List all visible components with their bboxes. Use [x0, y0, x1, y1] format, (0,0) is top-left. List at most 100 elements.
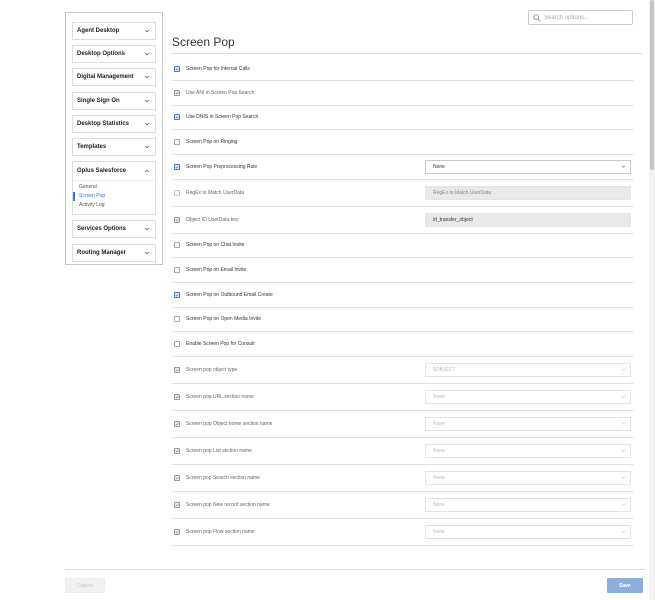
option-checkbox[interactable] [174, 316, 180, 323]
option-row: Screen Pop on Email Invite [172, 258, 634, 283]
menu-item-label: Templates [77, 143, 107, 150]
option-checkbox[interactable] [174, 393, 180, 400]
option-row: Screen pop Object home section name None [172, 411, 634, 438]
menu-item-label: Routing Manager [77, 249, 126, 256]
select-value: None [433, 447, 445, 454]
cancel-button[interactable]: Cancel [65, 578, 105, 593]
option-checkbox[interactable] [174, 242, 180, 249]
select-value: None [433, 420, 445, 427]
option-checkbox[interactable] [174, 420, 180, 427]
option-label: Screen pop Object home section name [186, 420, 273, 427]
option-row: Screen pop List section name None [172, 438, 634, 465]
option-row: Screen Pop on Open Media Invite [172, 308, 634, 332]
chevron-down-icon [621, 530, 626, 533]
option-label: Screen pop object type [186, 366, 238, 373]
option-row: Screen pop New record section name None [172, 492, 634, 519]
menu-item-gplus-salesforce[interactable]: Gplus Salesforce [73, 162, 155, 180]
option-label: RegEx to Match UserData [186, 189, 245, 196]
select-value: None [433, 163, 445, 170]
option-select[interactable]: None [425, 524, 631, 539]
option-row: Screen Pop on Outbound Email Create [172, 283, 634, 308]
option-select[interactable]: $OBJECT [425, 362, 631, 377]
chevron-down-icon [621, 503, 626, 506]
option-checkbox[interactable] [174, 163, 180, 170]
checkmark-icon [175, 165, 179, 168]
option-row: Screen pop URL section name None [172, 384, 634, 411]
checkmark-icon [175, 67, 179, 70]
menu-item-label: Desktop Statistics [77, 120, 130, 127]
option-select[interactable]: None [425, 497, 631, 512]
menu-item-desktop-options[interactable]: Desktop Options [72, 45, 156, 64]
option-label: Enable Screen Pop for Consult [186, 340, 255, 347]
chevron-down-icon [144, 52, 150, 56]
option-select[interactable]: None [425, 443, 631, 458]
option-checkbox[interactable] [174, 447, 180, 454]
select-value: None [433, 501, 445, 508]
menu-item-label: Agent Desktop [77, 28, 120, 34]
option-row: Screen Pop Preprocessing Rule None [172, 155, 634, 180]
checkmark-icon [175, 395, 179, 398]
menu-item-templates[interactable]: Templates [72, 137, 156, 156]
option-label: Screen pop New record section name [186, 501, 270, 508]
option-checkbox[interactable] [174, 501, 180, 508]
option-label: Screen Pop on Email Invite [186, 266, 247, 273]
title-divider [172, 53, 642, 54]
option-text-field[interactable]: id_transfer_object [425, 212, 631, 227]
option-label: Use DNIS in Screen Pop Search [186, 114, 259, 121]
chevron-down-icon [621, 476, 626, 479]
menu-item-services-options[interactable]: Services Options [72, 220, 156, 239]
option-select[interactable]: None [425, 470, 631, 485]
search-input[interactable] [544, 14, 629, 21]
option-checkbox[interactable] [174, 366, 180, 373]
chevron-up-icon [144, 169, 150, 173]
option-checkbox[interactable] [174, 89, 180, 96]
option-row: RegEx to Match UserData RegEx to Match Us… [172, 180, 634, 207]
option-checkbox[interactable] [174, 138, 180, 145]
option-row: Screen pop Flow section name None [172, 519, 634, 546]
option-checkbox[interactable] [174, 528, 180, 535]
option-checkbox[interactable] [174, 114, 180, 121]
option-checkbox[interactable] [174, 189, 180, 196]
option-checkbox[interactable] [174, 340, 180, 347]
checkmark-icon [175, 293, 179, 296]
option-select[interactable]: None [425, 389, 631, 404]
page-title: Screen Pop [172, 35, 235, 49]
option-text-field[interactable]: RegEx to Match UserData [425, 185, 631, 200]
menu-item-digital-management[interactable]: Digital Management [72, 68, 156, 87]
option-label: Screen Pop on Ringing [186, 138, 238, 145]
option-label: Screen Pop on Open Media Invite [186, 316, 262, 323]
submenu-item-screen-pop[interactable]: Screen Pop [73, 192, 155, 202]
option-checkbox[interactable] [174, 291, 180, 298]
submenu-item-activity-log[interactable]: Activity Log [73, 201, 155, 210]
chevron-down-icon [144, 251, 150, 254]
option-select[interactable]: None [425, 159, 631, 174]
submenu-item-general[interactable]: General [73, 183, 155, 192]
option-select[interactable]: None [425, 416, 631, 431]
chevron-down-icon [621, 422, 626, 425]
select-value: $OBJECT [433, 366, 456, 373]
checkmark-icon [175, 91, 179, 95]
option-checkbox[interactable] [174, 266, 180, 273]
option-row: Screen Pop on Chat Invite [172, 234, 634, 258]
option-checkbox[interactable] [174, 474, 180, 481]
menu-item-agent-desktop[interactable]: Agent Desktop [72, 22, 156, 40]
select-value: None [433, 528, 445, 535]
chevron-down-icon [621, 368, 626, 371]
menu-item-routing-manager[interactable]: Routing Manager [72, 243, 156, 262]
checkmark-icon [175, 368, 179, 371]
page-scrollbar[interactable] [649, 0, 655, 600]
search-box[interactable] [528, 10, 633, 25]
option-checkbox[interactable] [174, 65, 180, 72]
menu-item-desktop-statistics[interactable]: Desktop Statistics [72, 114, 156, 133]
scrollbar-thumb[interactable] [650, 0, 654, 170]
chevron-down-icon [621, 165, 626, 168]
settings-menu: Agent Desktop Desktop Options Digital Ma… [65, 12, 163, 265]
menu-item-single-sign-on[interactable]: Single Sign On [72, 91, 156, 110]
option-row: Use ANI in Screen Pop Search [172, 81, 634, 106]
option-checkbox[interactable] [174, 216, 180, 223]
save-button[interactable]: Save [607, 578, 643, 593]
option-label: Use ANI in Screen Pop Search [186, 89, 255, 96]
menu-item-label: Digital Management [77, 74, 134, 81]
chevron-down-icon [621, 449, 626, 452]
option-row: Screen pop object type $OBJECT [172, 357, 634, 384]
